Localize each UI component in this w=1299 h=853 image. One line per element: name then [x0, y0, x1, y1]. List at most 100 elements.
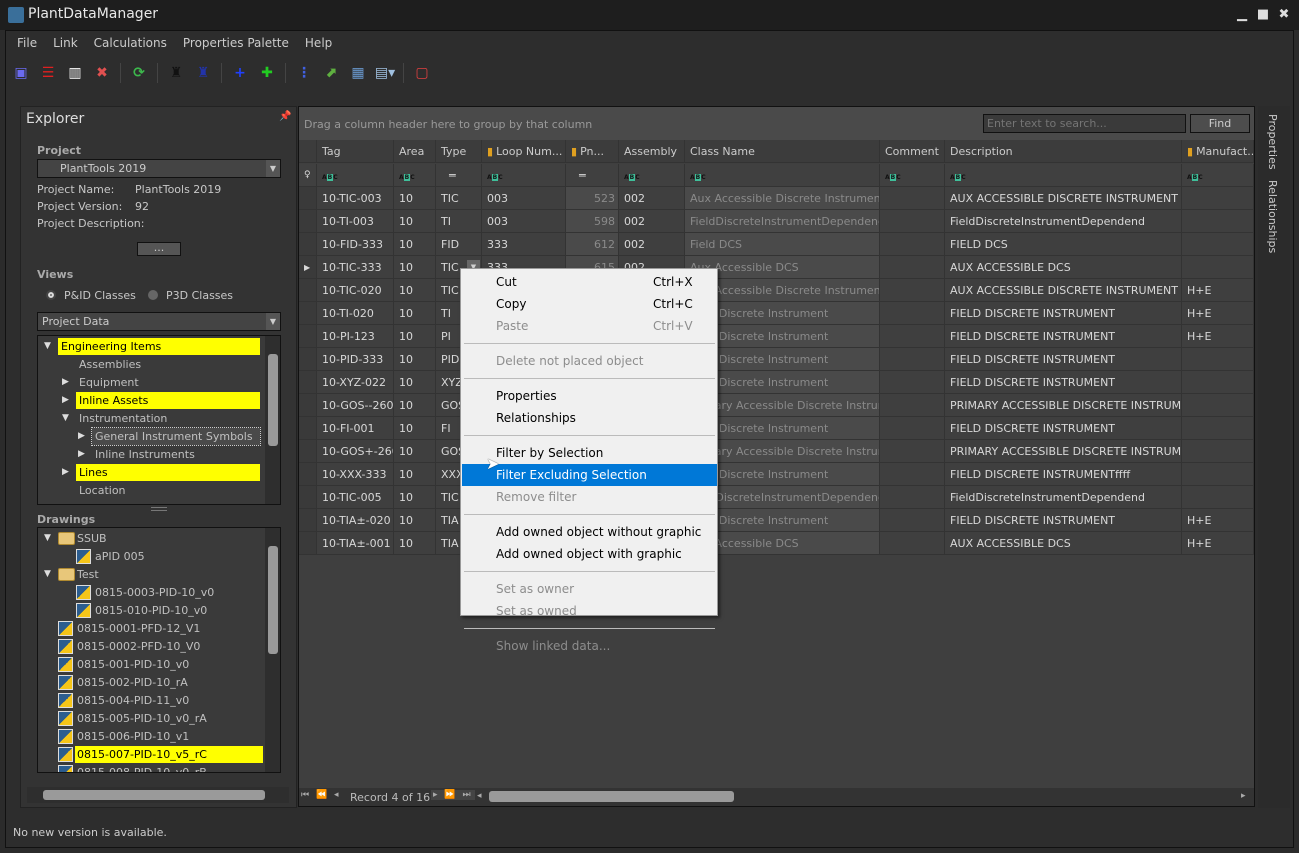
grid-cell[interactable]: 10: [394, 348, 436, 371]
menu-properties-palette[interactable]: Properties Palette: [183, 36, 289, 50]
grid-cell[interactable]: [880, 532, 945, 555]
expand-right-icon[interactable]: ▶: [62, 467, 69, 477]
find-replace-button[interactable]: ♜: [194, 64, 212, 82]
menu-file[interactable]: File: [17, 36, 37, 50]
grid-cell[interactable]: 10-PID-333: [317, 348, 394, 371]
column-header-comment[interactable]: Comment: [880, 140, 945, 163]
grid-cell[interactable]: PRIMARY ACCESSIBLE DISCRETE INSTRUMENT: [945, 440, 1182, 463]
expand-right-icon[interactable]: ▶: [62, 377, 69, 387]
delete-button[interactable]: ✖: [93, 64, 111, 82]
drawing-item[interactable]: 0815-0002-PFD-10_V0: [75, 638, 200, 655]
menu-item-remove-filter[interactable]: Remove filter: [462, 486, 717, 508]
grid-cell[interactable]: H+E: [1182, 509, 1254, 532]
grid-cell[interactable]: 10-TIC-005: [317, 486, 394, 509]
grid-cell[interactable]: FIELD DISCRETE INSTRUMENT: [945, 509, 1182, 532]
grid-cell[interactable]: 10: [394, 440, 436, 463]
close-document-button[interactable]: ▢: [413, 64, 431, 82]
row-indicator[interactable]: [299, 210, 317, 233]
drawing-item[interactable]: 0815-001-PID-10_v0: [75, 656, 189, 673]
filter-cell[interactable]: ABC: [945, 164, 1182, 187]
row-indicator[interactable]: [299, 532, 317, 555]
add-button[interactable]: +: [231, 64, 249, 82]
grid-cell[interactable]: [880, 256, 945, 279]
grid-cell[interactable]: H+E: [1182, 302, 1254, 325]
grid-cell[interactable]: FIELD DISCRETE INSTRUMENT: [945, 371, 1182, 394]
grid-cell[interactable]: 002: [619, 210, 685, 233]
import-button[interactable]: ▦: [349, 64, 367, 82]
grid-cell[interactable]: TIC: [436, 187, 482, 210]
filter-cell[interactable]: ABC: [394, 164, 436, 187]
grid-cell[interactable]: 002: [619, 187, 685, 210]
menu-item-show-linked-data[interactable]: Show linked data...: [462, 635, 717, 657]
grid-cell[interactable]: H+E: [1182, 279, 1254, 302]
grid-cell[interactable]: FieldDiscreteInstrumentDependend: [685, 210, 880, 233]
scroll-right-button[interactable]: ▸: [1241, 791, 1246, 801]
grid-cell[interactable]: TI: [436, 210, 482, 233]
export-button[interactable]: ⬈: [322, 64, 340, 82]
grid-cell[interactable]: [1182, 371, 1254, 394]
grid-cell[interactable]: 10: [394, 532, 436, 555]
menu-item-paste[interactable]: Paste Ctrl+V: [462, 315, 717, 337]
explorer-horizontal-scrollbar[interactable]: [27, 787, 289, 803]
column-header-manufact[interactable]: ▮ Manufact...: [1182, 140, 1254, 163]
save-button[interactable]: ▣: [12, 64, 30, 82]
grid-cell[interactable]: 10: [394, 187, 436, 210]
row-indicator[interactable]: [299, 440, 317, 463]
menu-calculations[interactable]: Calculations: [94, 36, 167, 50]
refresh-button[interactable]: ⟳: [130, 64, 148, 82]
radio-pid-classes[interactable]: [46, 290, 56, 300]
expand-down-icon[interactable]: ▼: [62, 413, 69, 423]
grid-cell[interactable]: [880, 440, 945, 463]
grid-cell[interactable]: 10-GOS+-260: [317, 440, 394, 463]
view-combo[interactable]: Project Data ▼: [37, 312, 281, 331]
drawing-item[interactable]: 0815-007-PID-10_v5_rC: [75, 746, 263, 763]
grid-cell[interactable]: FIELD DISCRETE INSTRUMENT: [945, 417, 1182, 440]
grid-cell[interactable]: 10: [394, 210, 436, 233]
row-indicator[interactable]: [299, 279, 317, 302]
grid-cell[interactable]: [880, 509, 945, 532]
grid-cell[interactable]: FIELD DISCRETE INSTRUMENTffff: [945, 463, 1182, 486]
grid-cell[interactable]: [1182, 417, 1254, 440]
drawing-item[interactable]: 0815-005-PID-10_v0_rA: [75, 710, 207, 727]
columns-button[interactable]: ▥: [66, 64, 84, 82]
grid-cell[interactable]: 10-TIA±-020: [317, 509, 394, 532]
grid-cell[interactable]: PRIMARY ACCESSIBLE DISCRETE INSTRUMENT: [945, 394, 1182, 417]
grid-cell[interactable]: 10: [394, 371, 436, 394]
row-indicator[interactable]: [299, 463, 317, 486]
drawings-tree[interactable]: ▼ SSUB aPID 005 ▼ Test 0815-0003-PID-10_v0 081…: [37, 527, 281, 773]
row-indicator[interactable]: [299, 394, 317, 417]
menu-item-delete-not-placed-object[interactable]: Delete not placed object: [462, 350, 717, 372]
grid-cell[interactable]: 612: [566, 233, 619, 256]
grid-cell[interactable]: 10: [394, 394, 436, 417]
row-indicator[interactable]: ▶: [299, 256, 317, 279]
menu-item-relationships[interactable]: Relationships: [462, 407, 717, 429]
grid-cell[interactable]: 10-TIA±-001: [317, 532, 394, 555]
grid-cell[interactable]: AUX ACCESSIBLE DCS: [945, 256, 1182, 279]
filter-cell[interactable]: ═: [566, 164, 619, 187]
tree-item[interactable]: Inline Instruments: [92, 446, 260, 463]
column-header-loop-num[interactable]: ▮ Loop Num...: [482, 140, 566, 163]
grid-cell[interactable]: 10: [394, 233, 436, 256]
drawing-item[interactable]: 0815-002-PID-10_rA: [75, 674, 188, 691]
drawing-item[interactable]: Test: [75, 566, 99, 583]
grid-cell[interactable]: FieldDiscreteInstrumentDependend: [945, 210, 1182, 233]
grid-cell[interactable]: [1182, 233, 1254, 256]
grid-cell[interactable]: 10-FID-333: [317, 233, 394, 256]
grid-cell[interactable]: [880, 486, 945, 509]
drawing-item[interactable]: 0815-008-PID-10_v0_rB: [75, 764, 207, 772]
menu-item-filter-excluding-selection[interactable]: Filter Excluding Selection: [462, 464, 717, 486]
grid-cell[interactable]: [1182, 486, 1254, 509]
menu-item-properties[interactable]: Properties: [462, 385, 717, 407]
drawing-item[interactable]: 0815-0001-PFD-12_V1: [75, 620, 200, 637]
column-header-pn[interactable]: ▮ Pn...: [566, 140, 619, 163]
grid-cell[interactable]: 10: [394, 463, 436, 486]
layout-dropdown-button[interactable]: ▤▾: [375, 64, 395, 82]
row-indicator[interactable]: [299, 233, 317, 256]
row-indicator[interactable]: [299, 325, 317, 348]
grid-cell[interactable]: [880, 348, 945, 371]
grid-cell[interactable]: 10-XYZ-022: [317, 371, 394, 394]
grid-cell[interactable]: H+E: [1182, 532, 1254, 555]
expand-down-icon[interactable]: ▼: [44, 569, 51, 579]
menu-link[interactable]: Link: [53, 36, 78, 50]
drawing-item[interactable]: 0815-004-PID-11_v0: [75, 692, 189, 709]
